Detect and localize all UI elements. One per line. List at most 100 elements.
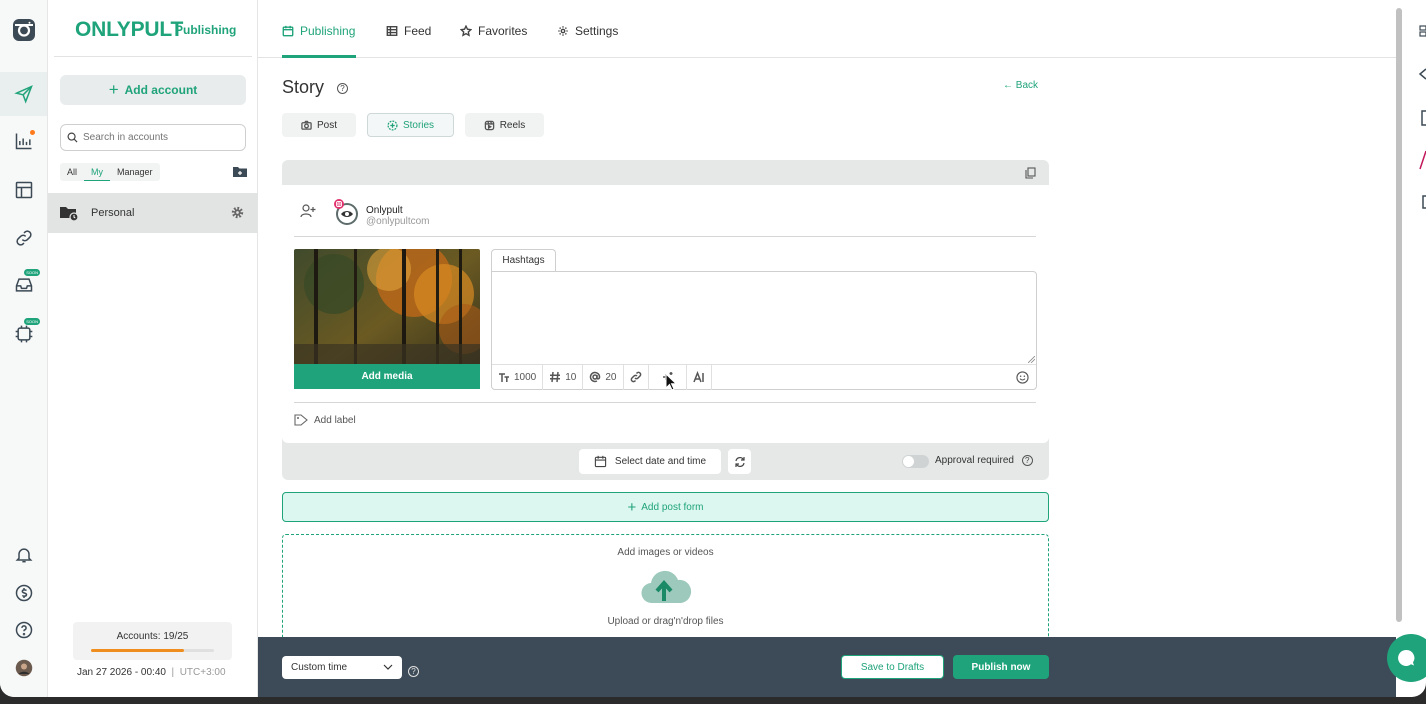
- search-box[interactable]: [60, 124, 246, 151]
- save-to-drafts-button[interactable]: Save to Drafts: [841, 655, 944, 679]
- stories-icon: [387, 119, 398, 131]
- add-account-button[interactable]: + Add account: [60, 75, 246, 105]
- hashtag-icon: [550, 371, 561, 383]
- link-button[interactable]: [624, 364, 649, 390]
- text-size-icon: [499, 373, 509, 382]
- hashtags-tab[interactable]: Hashtags: [491, 249, 556, 271]
- gear-icon[interactable]: [231, 206, 244, 219]
- mouse-cursor-icon: [665, 373, 677, 391]
- accounts-panel: ONLYPULT Publishing + Add account All My…: [48, 0, 258, 697]
- account-handle: @onlypultcom: [366, 216, 430, 227]
- time-help[interactable]: ?: [408, 661, 419, 679]
- right-tools-icons: [1418, 25, 1426, 209]
- gear-icon: [558, 26, 568, 36]
- bottom-action-bar: Custom time ? Save to Drafts Publish now: [258, 637, 1396, 697]
- time-mode-select[interactable]: Custom time: [282, 656, 402, 679]
- at-icon: [590, 371, 601, 383]
- post-text-area[interactable]: 1000 10 20: [491, 271, 1037, 390]
- reels-icon: [484, 120, 494, 130]
- emoji-icon[interactable]: [1016, 370, 1029, 384]
- tab-settings[interactable]: Settings: [557, 24, 618, 38]
- font-style-icon: [692, 371, 704, 383]
- chat-icon: [1398, 649, 1415, 666]
- back-link[interactable]: ← Back: [1003, 80, 1038, 91]
- link-icon: [630, 371, 641, 383]
- top-nav: Publishing Feed Favorites Settings: [258, 0, 1396, 58]
- brand-section: Publishing: [175, 23, 237, 37]
- link-icon[interactable]: [12, 226, 36, 250]
- accounts-usage: Accounts: 19/25: [73, 622, 232, 660]
- tab-feed[interactable]: Feed: [386, 24, 431, 38]
- filter-my[interactable]: My: [84, 163, 111, 181]
- resize-handle-icon[interactable]: [1028, 356, 1035, 363]
- copy-icon[interactable]: [1025, 167, 1036, 179]
- group-label: Personal: [91, 207, 135, 219]
- table-icon: [386, 26, 398, 36]
- account-filters: All My Manager: [60, 163, 160, 181]
- tab-favorites[interactable]: Favorites: [460, 24, 527, 38]
- select-date-button[interactable]: Select date and time: [579, 449, 721, 474]
- filter-all[interactable]: All: [60, 163, 84, 181]
- bell-icon[interactable]: [12, 543, 36, 567]
- post-card: Onlypult @onlypultcom Add media Hashtags…: [282, 160, 1049, 480]
- approval-toggle[interactable]: [902, 455, 929, 468]
- account-name: Onlypult: [366, 205, 403, 216]
- analytics-icon[interactable]: [12, 129, 36, 153]
- post-text-value: [492, 272, 1036, 284]
- plus-icon: +: [108, 80, 119, 99]
- repeat-button[interactable]: [728, 449, 751, 474]
- search-input[interactable]: [83, 132, 233, 143]
- account-info: Onlypult @onlypultcom: [366, 205, 430, 227]
- send-icon: [13, 85, 33, 104]
- type-tab-reels[interactable]: Reels: [465, 113, 544, 137]
- inbox-icon[interactable]: SOON: [12, 269, 40, 297]
- new-folder-icon[interactable]: [233, 166, 247, 177]
- font-style-button[interactable]: [687, 364, 712, 390]
- text-toolbar: 1000 10 20: [492, 364, 1036, 390]
- calendar-icon: [282, 25, 294, 37]
- instagram-icon[interactable]: [12, 18, 36, 42]
- approval-label: Approval required ?: [935, 455, 1033, 466]
- accounts-progress: [91, 649, 214, 652]
- avatar[interactable]: [12, 656, 36, 680]
- add-label-button[interactable]: Add label: [294, 414, 356, 426]
- publishing-nav[interactable]: [0, 72, 47, 116]
- tag-icon: [294, 414, 308, 426]
- add-media-button[interactable]: Add media: [294, 364, 480, 389]
- type-tab-stories[interactable]: Stories: [367, 113, 454, 137]
- help-icon[interactable]: ?: [337, 82, 349, 94]
- upload-dropzone[interactable]: Add images or videos Upload or drag'n'dr…: [282, 534, 1049, 644]
- help-icon[interactable]: [12, 618, 36, 642]
- chevron-down-icon: [383, 664, 393, 670]
- repeat-icon: [734, 456, 745, 467]
- dropzone-title: Add images or videos: [617, 547, 714, 558]
- camera-icon: [301, 120, 312, 130]
- help-icon[interactable]: ?: [1021, 455, 1033, 466]
- post-editor: Onlypult @onlypultcom Add media Hashtags…: [282, 185, 1049, 443]
- icon-rail: SOON SOON: [0, 0, 48, 697]
- ai-icon[interactable]: SOON: [12, 318, 40, 346]
- accounts-count: Accounts: 19/25: [116, 631, 189, 642]
- mention-counter[interactable]: 20: [583, 364, 624, 390]
- dropzone-hint: Upload or drag'n'drop files: [607, 616, 724, 627]
- current-datetime: Jan 27 2026 - 00:40 | UTC+3:00: [77, 667, 226, 678]
- divider: [294, 402, 1036, 403]
- publish-now-button[interactable]: Publish now: [953, 655, 1049, 679]
- scrollbar[interactable]: [1396, 8, 1402, 622]
- dollar-icon[interactable]: [12, 581, 36, 605]
- cloud-upload-icon: [641, 570, 692, 604]
- hashtag-counter[interactable]: 10: [543, 364, 584, 390]
- type-tab-post[interactable]: Post: [282, 113, 356, 137]
- tab-publishing[interactable]: Publishing: [282, 24, 355, 38]
- layout-icon[interactable]: [12, 178, 36, 202]
- search-icon: [67, 132, 78, 143]
- account-avatar[interactable]: [333, 199, 359, 225]
- app-window: SOON SOON ONLYPULT Publishing + Add acco…: [0, 0, 1426, 697]
- group-personal[interactable]: Personal: [48, 193, 258, 233]
- active-tab-indicator: [282, 55, 356, 58]
- brand-logo: ONLYPULT: [75, 18, 184, 41]
- add-post-form-button[interactable]: + Add post form: [282, 492, 1049, 522]
- add-user-icon[interactable]: [300, 204, 316, 218]
- page-title: Story ?: [282, 77, 349, 98]
- filter-manager[interactable]: Manager: [110, 163, 160, 181]
